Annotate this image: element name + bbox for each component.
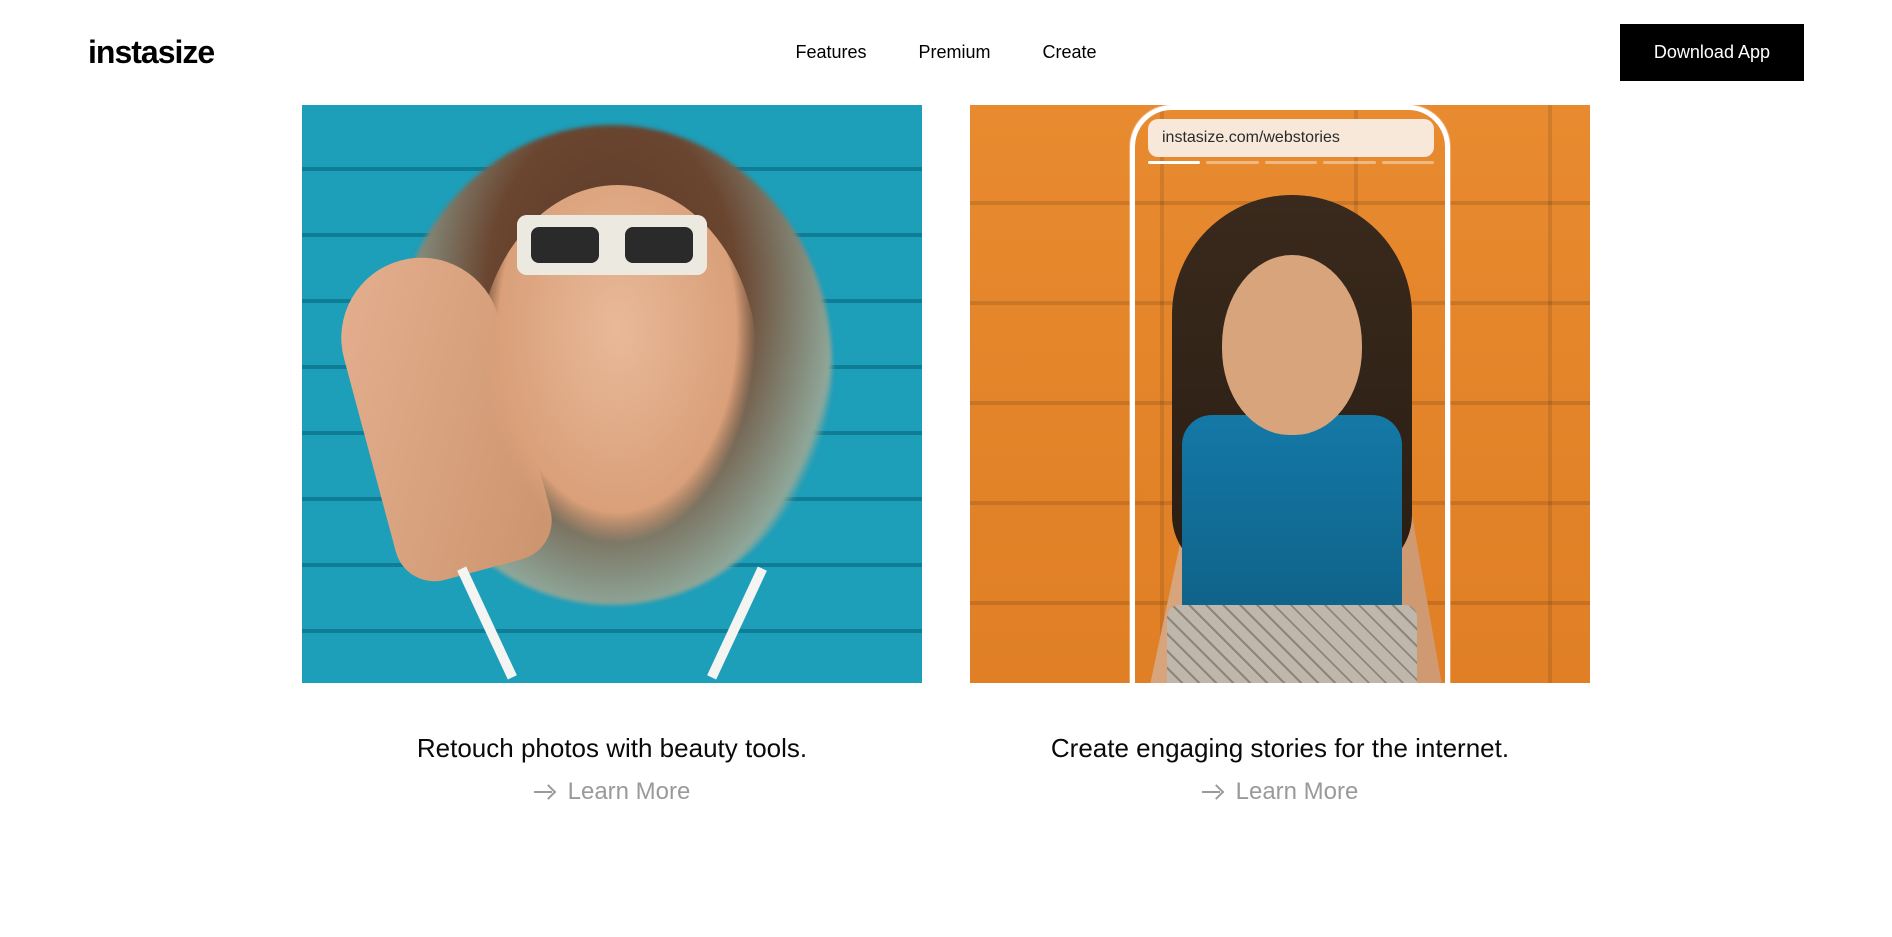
card-retouch-title: Retouch photos with beauty tools. [417, 733, 807, 764]
illustration-straps [422, 583, 802, 683]
arrow-right-icon [534, 781, 556, 803]
learn-more-label: Learn More [1236, 778, 1359, 806]
stories-image: instasize.com/webstories [970, 105, 1590, 683]
card-stories-link[interactable]: Learn More [1202, 778, 1359, 806]
site-header: instasize Features Premium Create Downlo… [0, 0, 1892, 105]
illustration-sunglasses [517, 215, 707, 275]
nav-create[interactable]: Create [1043, 42, 1097, 63]
learn-more-label: Learn More [568, 778, 691, 806]
card-stories: instasize.com/webstories Create engaging… [970, 105, 1590, 806]
story-progress-segment [1382, 161, 1434, 164]
phone-frame-overlay [1130, 105, 1450, 683]
story-progress-segment [1323, 161, 1375, 164]
arrow-right-icon [1202, 781, 1224, 803]
primary-nav: Features Premium Create [795, 42, 1096, 63]
story-progress-segment [1206, 161, 1258, 164]
logo[interactable]: instasize [88, 34, 214, 71]
card-stories-title: Create engaging stories for the internet… [1051, 733, 1509, 764]
nav-premium[interactable]: Premium [919, 42, 991, 63]
card-retouch: Retouch photos with beauty tools. Learn … [302, 105, 922, 806]
nav-features[interactable]: Features [795, 42, 866, 63]
download-app-button[interactable]: Download App [1620, 24, 1804, 81]
card-retouch-link[interactable]: Learn More [534, 778, 691, 806]
retouch-image [302, 105, 922, 683]
story-progress-segment [1265, 161, 1317, 164]
story-progress-bars [1148, 161, 1434, 164]
story-progress-segment [1148, 161, 1200, 164]
url-pill: instasize.com/webstories [1148, 119, 1434, 157]
feature-cards: Retouch photos with beauty tools. Learn … [0, 105, 1892, 806]
